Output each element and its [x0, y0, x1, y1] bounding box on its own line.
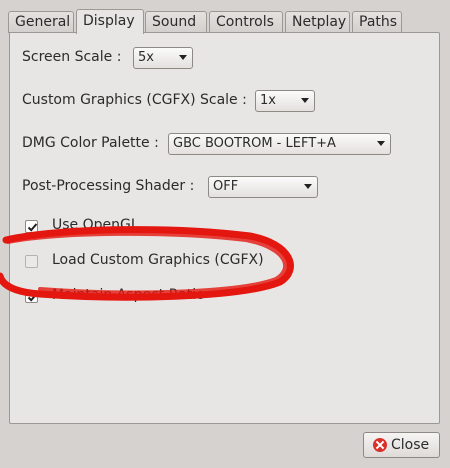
- aspect-ratio-checkbox[interactable]: [25, 290, 38, 303]
- load-cgfx-checkbox[interactable]: [25, 255, 38, 268]
- tab-general[interactable]: General: [8, 11, 74, 33]
- chevron-down-icon: [377, 141, 385, 146]
- chevron-down-icon: [301, 98, 309, 103]
- shader-label: Post-Processing Shader :: [22, 178, 195, 194]
- dmg-palette-value: GBC BOOTROM - LEFT+A: [173, 136, 336, 151]
- tab-sound[interactable]: Sound: [145, 11, 207, 33]
- dmg-palette-select[interactable]: GBC BOOTROM - LEFT+A: [168, 133, 391, 155]
- tab-paths[interactable]: Paths: [352, 11, 402, 33]
- cgfx-scale-label: Custom Graphics (CGFX) Scale :: [22, 92, 247, 108]
- cgfx-scale-value: 1x: [260, 93, 276, 108]
- close-icon: [373, 438, 387, 452]
- dmg-palette-label: DMG Color Palette :: [22, 135, 159, 151]
- checkmark-icon: [27, 223, 38, 232]
- tab-display[interactable]: Display: [76, 9, 144, 34]
- tab-controls[interactable]: Controls: [209, 11, 283, 33]
- screen-scale-label: Screen Scale :: [22, 49, 122, 65]
- checkmark-icon: [27, 293, 38, 302]
- load-cgfx-label: Load Custom Graphics (CGFX): [52, 252, 264, 268]
- shader-value: OFF: [213, 179, 239, 194]
- use-opengl-label: Use OpenGL: [52, 217, 139, 233]
- close-button-label: Close: [391, 437, 430, 453]
- shader-select[interactable]: OFF: [208, 176, 318, 198]
- aspect-ratio-label: Maintain Aspect Ratio: [52, 287, 205, 303]
- screen-scale-select[interactable]: 5x: [133, 47, 193, 69]
- chevron-down-icon: [304, 184, 312, 189]
- tab-netplay[interactable]: Netplay: [285, 11, 350, 33]
- close-button[interactable]: Close: [363, 432, 440, 458]
- chevron-down-icon: [179, 55, 187, 60]
- use-opengl-checkbox[interactable]: [25, 220, 38, 233]
- cgfx-scale-select[interactable]: 1x: [255, 90, 315, 112]
- screen-scale-value: 5x: [138, 50, 154, 65]
